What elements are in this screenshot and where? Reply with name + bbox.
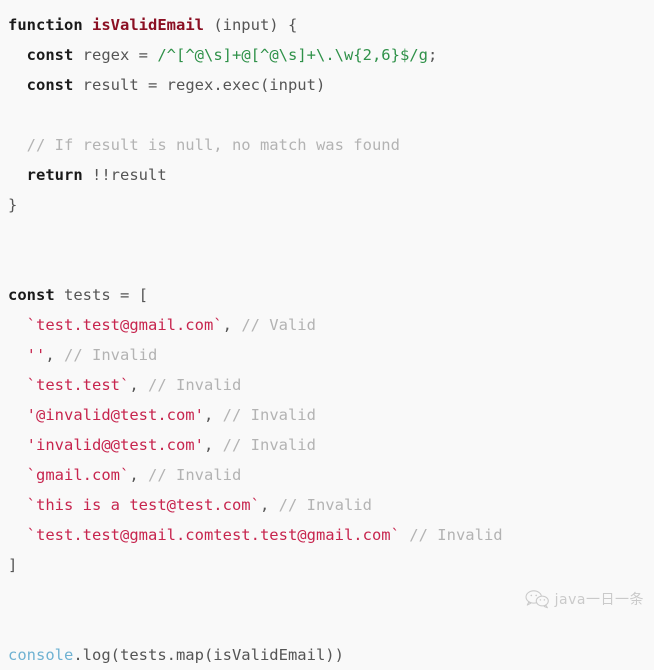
code-token-keyword: function	[8, 16, 83, 34]
code-token-builtin: console	[8, 646, 74, 664]
code-line: const result = regex.exec(input)	[8, 70, 654, 100]
code-line: `this is a test@test.com`, // Invalid	[8, 490, 654, 520]
code-token-plain: !!result	[82, 166, 167, 184]
code-token-plain: result = regex.exec(input)	[73, 76, 326, 94]
code-token-plain: ,	[129, 376, 148, 394]
code-token-comment: // Invalid	[278, 496, 372, 514]
code-line: }	[8, 190, 654, 220]
code-lines: function isValidEmail (input) { const re…	[8, 10, 654, 670]
code-token-string: `test.test@gmail.com`	[26, 316, 223, 334]
code-line: `test.test`, // Invalid	[8, 370, 654, 400]
code-token-comment: // Valid	[241, 316, 316, 334]
code-token-string: `test.test@gmail.comtest.test@gmail.com`	[26, 526, 400, 544]
code-token-regex: /^[^@\s]+@[^@\s]+\.\w{2,6}$/g	[157, 46, 428, 64]
code-token-comment: // Invalid	[64, 346, 158, 364]
code-token-string: 'invalid@@test.com'	[26, 436, 204, 454]
code-token-keyword: const	[26, 76, 74, 94]
code-token-string: `gmail.com`	[26, 466, 130, 484]
code-token-plain: ,	[259, 496, 279, 514]
code-token-plain: tests = [	[54, 286, 148, 304]
code-token-comment: // Invalid	[148, 466, 242, 484]
code-line: ]	[8, 550, 654, 580]
code-token-keyword: const	[8, 286, 55, 304]
code-token-keyword: const	[26, 46, 74, 64]
code-token-plain: }	[8, 196, 18, 214]
code-token-keyword: return	[26, 166, 83, 184]
code-token-plain: ,	[45, 346, 65, 364]
code-token-plain: ,	[222, 316, 242, 334]
code-token-plain: ]	[8, 556, 18, 574]
code-line: `test.test@gmail.com`, // Valid	[8, 310, 654, 340]
code-token-comment: // Invalid	[148, 376, 242, 394]
code-token-comment: // Invalid	[222, 406, 316, 424]
code-line: function isValidEmail (input) {	[8, 10, 654, 40]
code-snippet: function isValidEmail (input) { const re…	[0, 0, 654, 664]
code-token-string: '@invalid@test.com'	[26, 406, 204, 424]
code-token-plain: ;	[427, 46, 438, 64]
code-token-comment: // If result is null, no match was found	[26, 136, 400, 154]
code-token-plain: ,	[203, 436, 223, 454]
code-token-string: ''	[26, 346, 46, 364]
code-token-plain: ,	[203, 406, 223, 424]
code-line: return !!result	[8, 160, 654, 190]
watermark-label: java一日一条	[554, 592, 644, 608]
code-line: `test.test@gmail.comtest.test@gmail.com`…	[8, 520, 654, 550]
code-token-comment: // Invalid	[409, 526, 503, 544]
watermark: java一日一条	[524, 589, 644, 609]
code-token-plain: ,	[129, 466, 148, 484]
code-token-plain: .log(tests.map(isValidEmail))	[73, 646, 344, 664]
code-token-string: `this is a test@test.com`	[26, 496, 260, 514]
code-line: const regex = /^[^@\s]+@[^@\s]+\.\w{2,6}…	[8, 40, 654, 70]
code-token-plain: regex =	[73, 46, 158, 64]
code-line: '', // Invalid	[8, 340, 654, 370]
code-line: `gmail.com`, // Invalid	[8, 460, 654, 490]
code-line: const tests = [	[8, 280, 654, 310]
code-token-plain: (input) {	[203, 16, 298, 34]
code-token-function-name: isValidEmail	[92, 16, 204, 34]
code-token-string: `test.test`	[26, 376, 130, 394]
code-line: 'invalid@@test.com', // Invalid	[8, 430, 654, 460]
code-token-comment: // Invalid	[222, 436, 316, 454]
code-line: '@invalid@test.com', // Invalid	[8, 400, 654, 430]
wechat-logo-icon	[524, 589, 550, 609]
code-line: console.log(tests.map(isValidEmail))	[8, 640, 654, 670]
code-line: // If result is null, no match was found	[8, 130, 654, 160]
